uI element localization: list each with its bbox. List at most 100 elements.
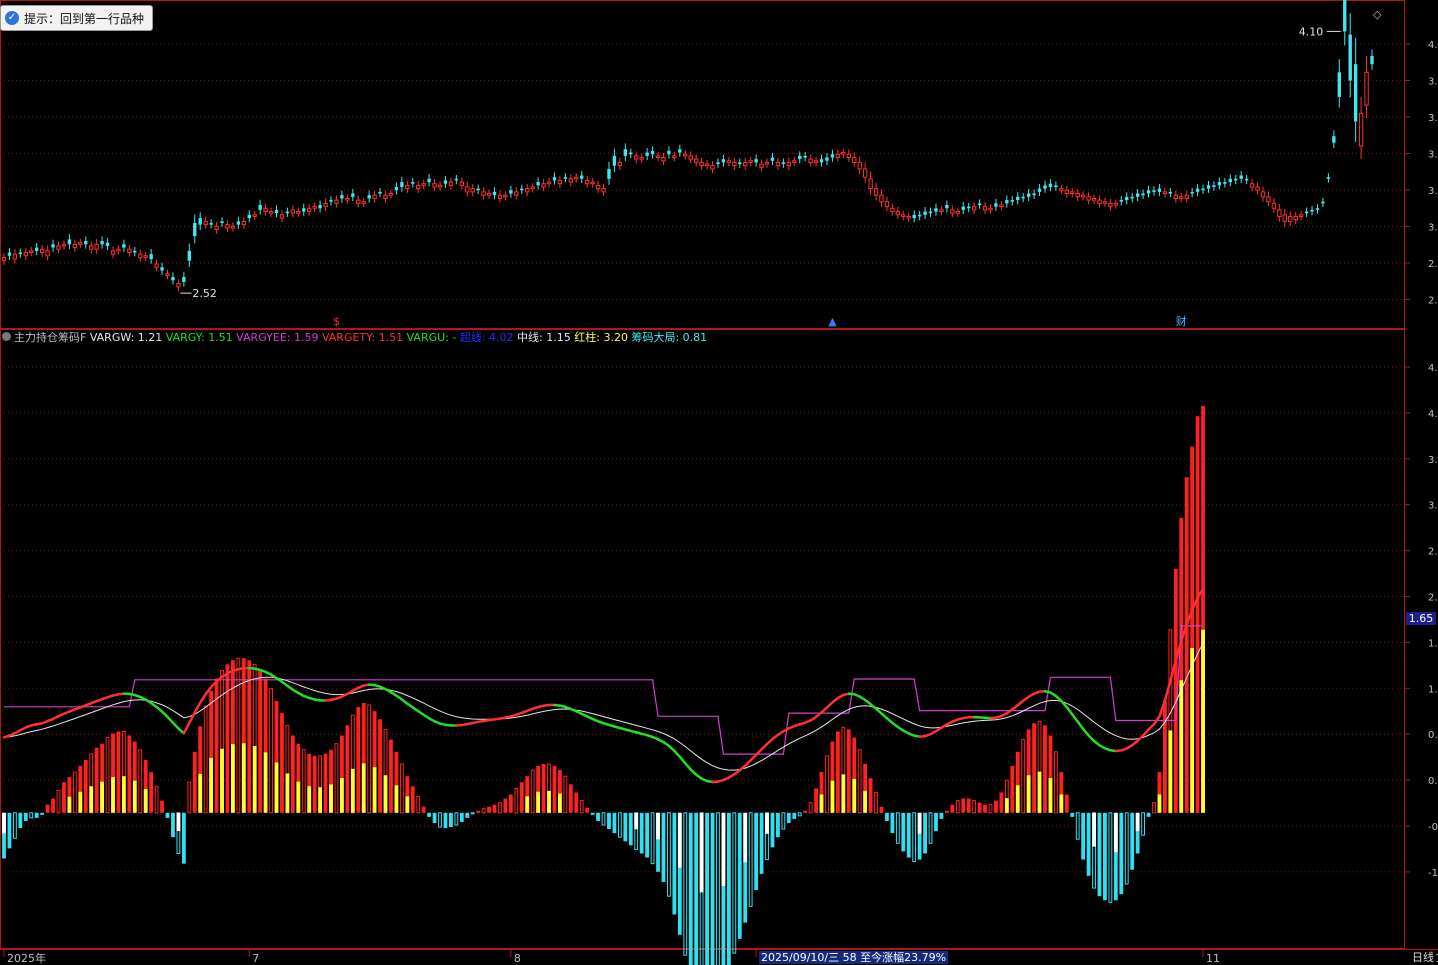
histogram-bar bbox=[225, 664, 230, 813]
histogram-bar bbox=[280, 713, 284, 813]
candle-body bbox=[1293, 215, 1298, 221]
candle-body bbox=[45, 250, 50, 257]
candle-body bbox=[966, 206, 971, 209]
candle-body bbox=[1026, 193, 1031, 197]
candle-body bbox=[497, 194, 503, 199]
histogram-bar-yellow bbox=[209, 757, 214, 813]
main-y-tick-label: 3. bbox=[1428, 223, 1438, 234]
histogram-bar bbox=[443, 812, 448, 829]
candle-body bbox=[1358, 112, 1364, 147]
candle-body bbox=[1080, 194, 1086, 198]
histogram-bar bbox=[40, 812, 45, 815]
candle-body bbox=[214, 225, 219, 231]
histogram-bar bbox=[171, 812, 175, 838]
main-y-tick-label: 3. bbox=[1428, 186, 1438, 197]
histogram-bar-yellow bbox=[863, 790, 868, 813]
histogram-bar bbox=[716, 812, 720, 965]
histogram-bar bbox=[45, 804, 50, 813]
candle-body bbox=[470, 188, 475, 193]
histogram-bar bbox=[487, 806, 491, 813]
candle-body bbox=[1288, 215, 1293, 222]
candle-body bbox=[1157, 188, 1162, 192]
histogram-bar bbox=[1010, 766, 1015, 813]
candle-body bbox=[154, 263, 159, 268]
diamond-icon[interactable]: ◇ bbox=[1373, 8, 1381, 21]
candle-body bbox=[1271, 202, 1277, 209]
candle-body bbox=[781, 162, 786, 165]
candle-body bbox=[329, 200, 333, 202]
indicator-toggle-icon[interactable] bbox=[2, 332, 11, 341]
histogram-bar bbox=[879, 806, 884, 813]
histogram-bar bbox=[7, 812, 12, 849]
histogram-bar bbox=[1081, 812, 1086, 860]
candle-body bbox=[323, 202, 328, 208]
histogram-bar-yellow bbox=[220, 748, 224, 813]
candle-body bbox=[1249, 183, 1255, 188]
indicator-legend: 主力持仓筹码F VARGW: 1.21 VARGY: 1.51 VARGYEE:… bbox=[2, 331, 707, 345]
candle-body bbox=[1255, 186, 1260, 191]
histogram-bar-yellow bbox=[1037, 771, 1042, 813]
candle-body bbox=[23, 251, 28, 257]
histogram-bar bbox=[1119, 812, 1124, 895]
candle-body bbox=[688, 155, 693, 160]
histogram-bar-yellow bbox=[372, 767, 377, 813]
candle-body bbox=[340, 195, 344, 199]
histogram-bar bbox=[301, 749, 306, 814]
candle-body bbox=[29, 250, 34, 253]
histogram-bar-yellow bbox=[405, 796, 410, 813]
candle-body bbox=[1282, 214, 1287, 222]
histogram-bar bbox=[449, 812, 453, 828]
candle-body bbox=[748, 160, 753, 163]
histogram-bar bbox=[988, 804, 993, 814]
histogram-bar bbox=[470, 812, 475, 815]
histogram-bar-white bbox=[176, 812, 181, 832]
histogram-bar bbox=[846, 729, 851, 813]
candle-body bbox=[437, 184, 443, 188]
candle-body bbox=[285, 211, 290, 214]
histogram-bar-white bbox=[1092, 812, 1096, 847]
histogram-bar bbox=[345, 725, 350, 813]
candle-body bbox=[72, 243, 78, 249]
line-vargy-segment bbox=[1081, 727, 1090, 737]
histogram-bar-white bbox=[677, 812, 682, 868]
histogram-bar bbox=[939, 812, 944, 819]
indicator-y-tick-label: 4. bbox=[1428, 363, 1438, 374]
histogram-bar bbox=[579, 800, 584, 814]
candle-body bbox=[290, 209, 296, 214]
histogram-bar bbox=[1108, 812, 1113, 903]
line-vargy-segment bbox=[1065, 706, 1074, 716]
candle-body bbox=[1173, 194, 1178, 199]
period-label[interactable]: 日线 bbox=[1412, 951, 1434, 964]
histogram-bar bbox=[868, 778, 873, 813]
histogram-bar bbox=[944, 810, 949, 813]
candle-body bbox=[841, 152, 846, 155]
candle-body bbox=[1086, 196, 1091, 201]
histogram-bar-yellow bbox=[830, 780, 835, 813]
histogram-bar bbox=[181, 812, 186, 864]
main-y-tick-label: 3. bbox=[1428, 77, 1438, 88]
low-price-label: 2.52 bbox=[192, 287, 217, 300]
x-axis-label: 11 bbox=[1206, 952, 1220, 965]
histogram-bar bbox=[62, 782, 66, 813]
stock-chart[interactable]: 4.3.3.3.3.3.2.2.4.102.52$▲财涨榜4.4.3.3.2.2… bbox=[0, 0, 1438, 965]
candle-body bbox=[372, 194, 377, 199]
tooltip-banner[interactable]: ✓ 提示：回到第一行品种 bbox=[0, 5, 154, 31]
line-vargy-segment bbox=[1076, 720, 1085, 731]
line-vargw bbox=[3, 642, 1204, 771]
candle-body bbox=[1130, 196, 1134, 199]
candle-body bbox=[557, 179, 563, 185]
candle-body bbox=[503, 194, 508, 198]
histogram-bar bbox=[416, 796, 421, 814]
candle-body bbox=[12, 253, 18, 260]
candle-body bbox=[84, 241, 88, 245]
candle-body bbox=[835, 153, 841, 158]
histogram-bar bbox=[825, 755, 829, 814]
line-vargyee bbox=[4, 625, 1203, 755]
candle-body bbox=[1315, 208, 1320, 210]
candle-body bbox=[879, 194, 884, 203]
histogram-bar bbox=[519, 782, 524, 813]
histogram-bar bbox=[683, 812, 688, 956]
candle-body bbox=[743, 161, 748, 167]
candle-body bbox=[857, 161, 862, 170]
candle-body bbox=[825, 157, 829, 161]
